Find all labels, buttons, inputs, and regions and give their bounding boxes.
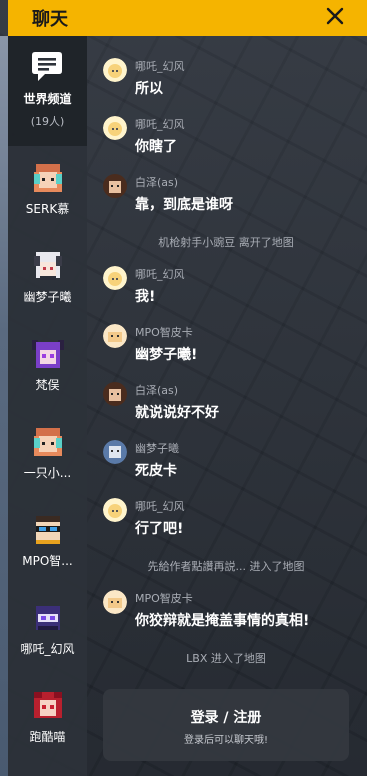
friend-name: MPO智...: [22, 554, 73, 568]
sidebar-item-friend[interactable]: MPO智...: [8, 500, 87, 588]
chat-header: 聊天: [8, 0, 367, 36]
message-text: 你狡辩就是掩盖事情的真相!: [135, 613, 310, 629]
friend-name: 梵俣: [35, 378, 60, 392]
message-username: 白泽(as): [135, 176, 179, 189]
sidebar-item-friend[interactable]: 梵俣: [8, 324, 87, 412]
avatar: [34, 164, 62, 192]
message-text: 你瞎了: [135, 139, 177, 155]
message-username: MPO智皮卡: [135, 592, 193, 605]
avatar: [34, 428, 62, 456]
avatar: [103, 440, 127, 464]
header-title: 聊天: [32, 9, 68, 30]
close-button[interactable]: [323, 4, 347, 28]
close-icon: [326, 7, 344, 25]
message-text: 行了吧!: [135, 521, 184, 537]
avatar: [103, 266, 127, 290]
message-username: 哪吒_幻风: [135, 60, 185, 73]
chat-bubble-icon: [32, 52, 62, 81]
system-notice: LBX 进入了地图: [186, 652, 266, 665]
sidebar-item-friend[interactable]: 幽梦子曦: [8, 236, 87, 324]
friend-name: SERK慕: [25, 202, 70, 216]
avatar: [103, 590, 127, 614]
channel-online-count: (19人): [30, 115, 65, 128]
game-background-edge: [0, 36, 8, 776]
login-title: 登录 / 注册: [190, 710, 262, 726]
sidebar-item-friend[interactable]: SERK慕: [8, 148, 87, 236]
message-text: 幽梦子曦!: [135, 347, 198, 363]
avatar: [34, 252, 62, 280]
message-username: 哪吒_幻风: [135, 268, 185, 281]
friend-name: 幽梦子曦: [23, 290, 72, 304]
message-username: 幽梦子曦: [135, 442, 179, 455]
avatar: [103, 116, 127, 140]
avatar: [32, 340, 64, 368]
sidebar-item-friend[interactable]: 一只小...: [8, 412, 87, 500]
avatar: [103, 382, 127, 406]
system-notice: 机枪射手小豌豆 离开了地图: [158, 236, 294, 249]
message-text: 就说说好不好: [135, 405, 219, 421]
system-notice: 先給作者點讚再説... 进入了地图: [147, 560, 305, 573]
message-username: MPO智皮卡: [135, 326, 193, 339]
sidebar-item-world-channel[interactable]: 世界频道 (19人): [8, 36, 87, 146]
sidebar-item-friend[interactable]: 哪吒_幻风: [8, 588, 87, 676]
message-text: 靠，到底是谁呀: [135, 197, 233, 213]
message-text: 死皮卡: [135, 463, 177, 479]
avatar: [36, 516, 60, 544]
friend-name: 哪吒_幻风: [20, 642, 75, 656]
login-register-button[interactable]: 登录 / 注册 登录后可以聊天哦!: [103, 689, 349, 761]
sidebar-item-friend[interactable]: 跑酷喵: [8, 676, 87, 764]
avatar: [103, 324, 127, 348]
avatar: [103, 58, 127, 82]
message-username: 哪吒_幻风: [135, 500, 185, 513]
message-text: 所以: [135, 81, 163, 97]
avatar: [34, 692, 62, 718]
message-text: 我!: [135, 289, 156, 305]
chat-sidebar: 世界频道 (19人) SERK慕 幽梦子曦 梵俣 一只小... MPO智... …: [8, 36, 87, 776]
avatar: [103, 498, 127, 522]
message-username: 哪吒_幻风: [135, 118, 185, 131]
message-username: 白泽(as): [135, 384, 179, 397]
avatar: [103, 174, 127, 198]
friend-name: 一只小...: [23, 466, 72, 480]
channel-label: 世界频道: [23, 92, 72, 106]
friend-name: 跑酷喵: [29, 730, 66, 744]
avatar: [36, 606, 60, 630]
login-subtitle: 登录后可以聊天哦!: [183, 735, 268, 746]
